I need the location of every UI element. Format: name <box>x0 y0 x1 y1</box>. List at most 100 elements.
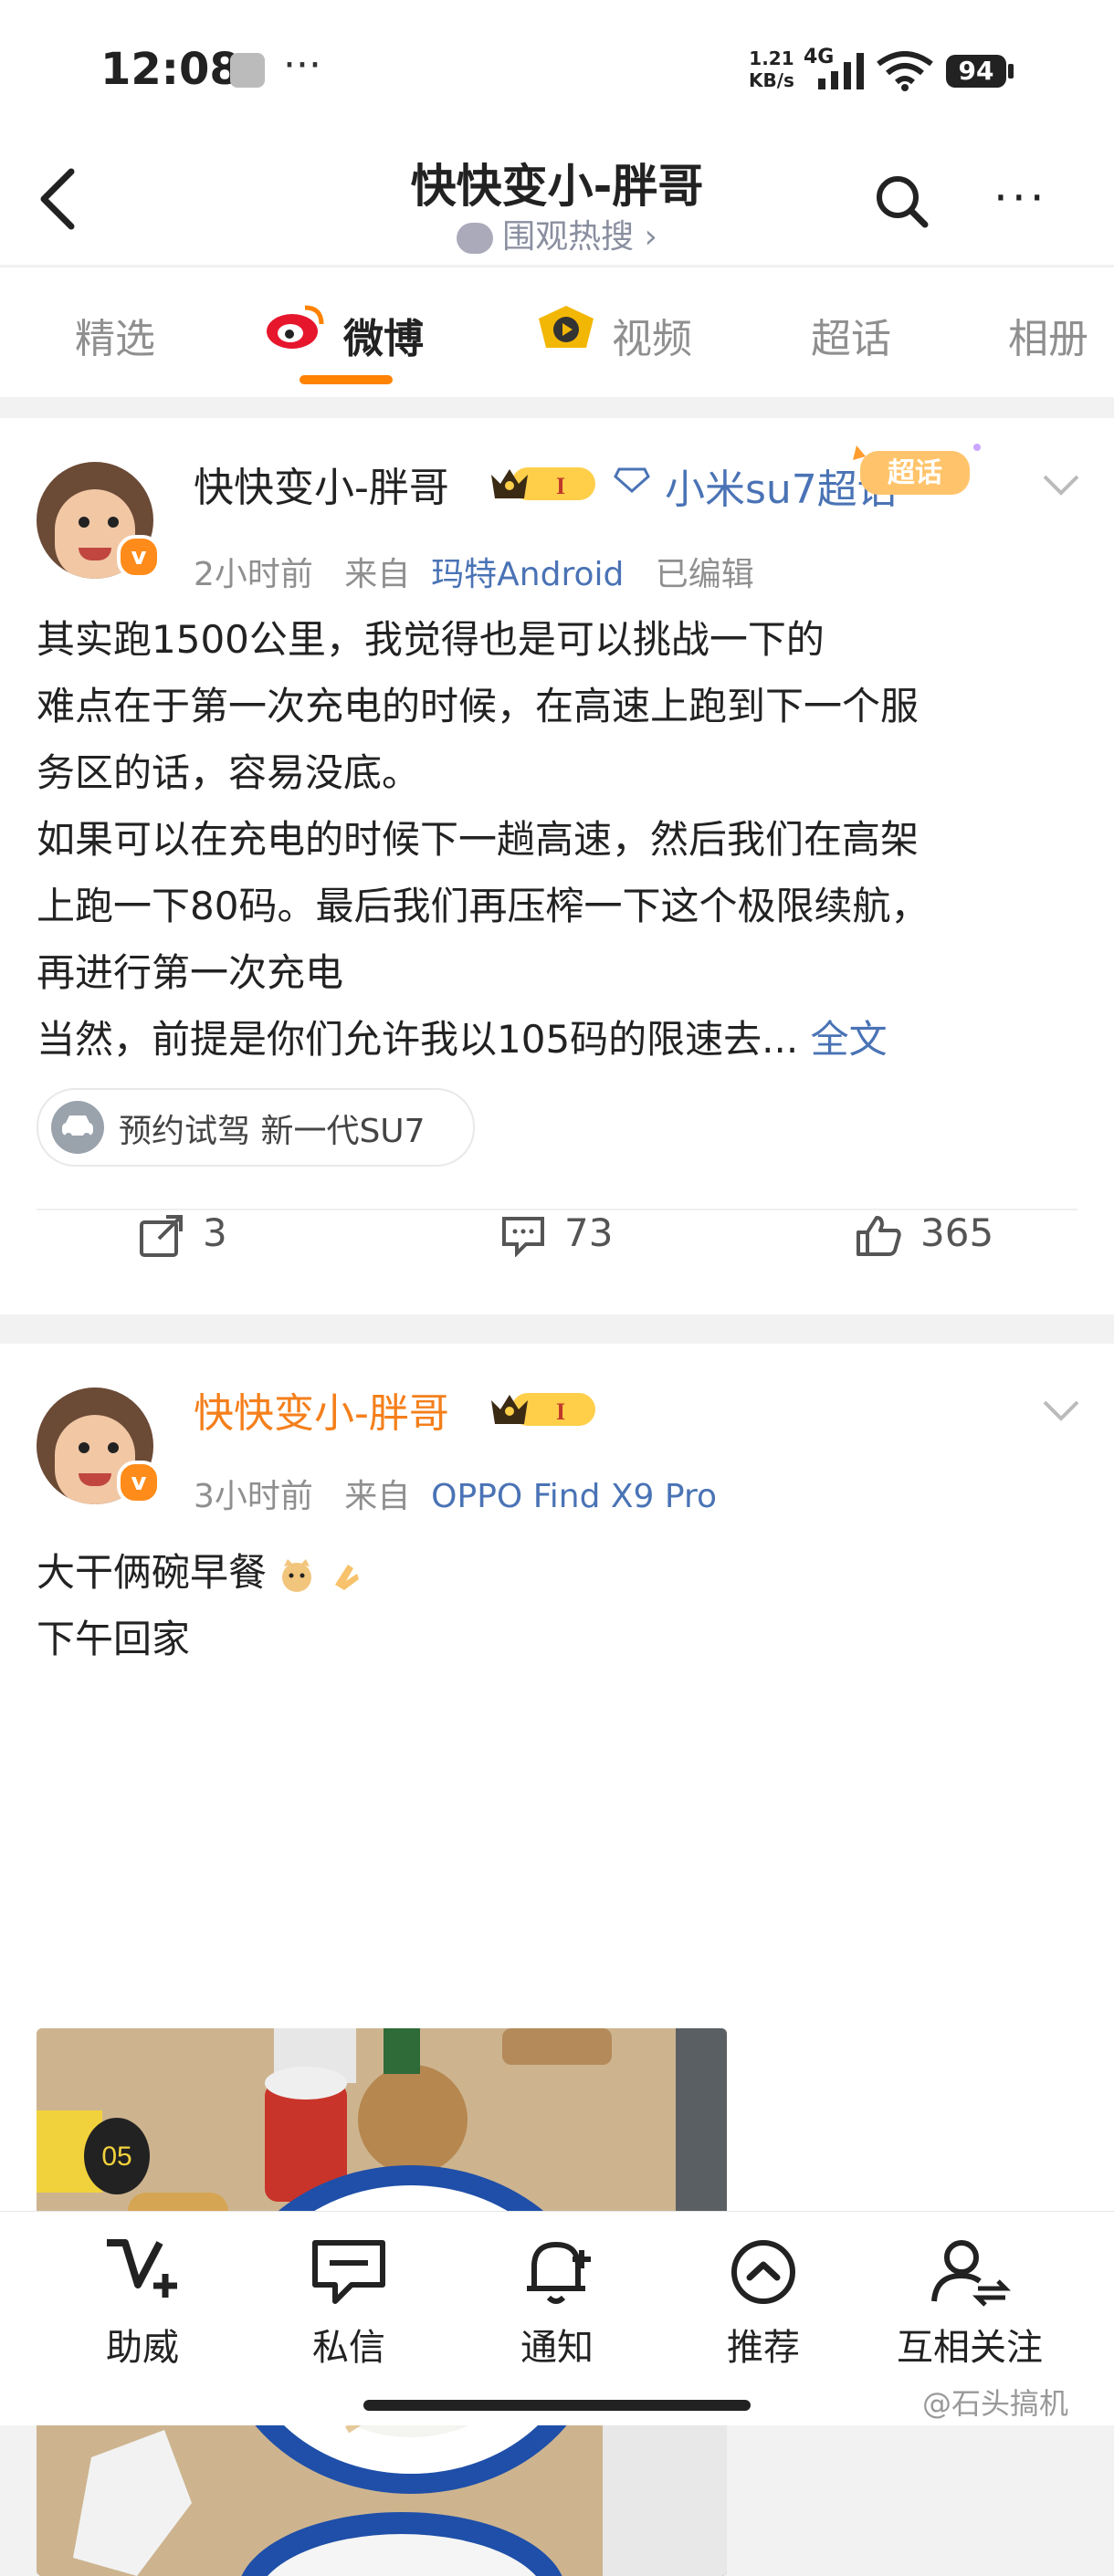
post-line-first: 大干俩碗早餐 <box>37 1539 1087 1606</box>
doge-emoji-icon <box>282 1558 312 1592</box>
nav-recommend-label: 推荐 <box>727 2327 800 2369</box>
tab-weibo[interactable]: 微博 <box>343 306 424 364</box>
wifi-icon <box>877 51 933 91</box>
signal-icon <box>818 53 864 89</box>
nav-cheer[interactable]: 助威 <box>60 2237 225 2371</box>
repost-button[interactable]: 3 <box>139 1210 227 1257</box>
post-source-prefix: 来自 <box>344 556 411 593</box>
recommend-icon <box>731 2240 795 2304</box>
post-text: 大干俩碗早餐 下午回家 <box>37 1539 1087 1672</box>
avatar-eye <box>79 517 89 528</box>
nav-messages-label: 私信 <box>312 2327 385 2369</box>
app-notification-icon <box>230 53 265 88</box>
edited-label: 已编辑 <box>655 556 754 593</box>
test-drive-label: 预约试驾 新一代SU7 <box>119 1113 426 1150</box>
tab-featured[interactable]: 精选 <box>75 306 155 364</box>
mutual-follow-icon <box>931 2240 1011 2307</box>
more-options-button[interactable]: ··· <box>993 172 1048 225</box>
post-source-prefix: 来自 <box>344 1478 411 1515</box>
vip-member-badge-icon[interactable]: I <box>488 1389 599 1429</box>
video-logo-icon <box>539 306 594 348</box>
post-line: 再进行第一次充电 <box>37 950 344 995</box>
chevron-down-icon[interactable] <box>1041 473 1081 497</box>
like-button[interactable]: 365 <box>855 1210 993 1258</box>
post-time: 3小时前 <box>194 1478 313 1515</box>
comment-button[interactable]: 73 <box>500 1210 614 1258</box>
status-bar: 12:08 ··· 1.21 KB/s 4G 94 <box>0 0 1114 137</box>
thumbs-up-icon <box>857 1215 901 1256</box>
super-tag-text: 超话 <box>888 457 942 489</box>
member-level-text: I <box>556 1398 565 1425</box>
post-meta: 2小时前 来自 玛特Android 已编辑 <box>194 548 754 595</box>
net-speed: 1.21 KB/s <box>749 47 794 91</box>
avatar-eye <box>79 1442 89 1453</box>
verified-badge-icon: v <box>117 535 161 579</box>
clap-emoji-icon <box>334 1564 359 1590</box>
hot-search-link[interactable]: 围观热搜 › <box>0 210 1114 257</box>
test-drive-pill[interactable]: 预约试驾 新一代SU7 <box>37 1088 475 1167</box>
comment-count: 73 <box>564 1210 614 1255</box>
post-time: 2小时前 <box>194 556 313 593</box>
post-meta: 3小时前 来自 OPPO Find X9 Pro <box>194 1470 717 1517</box>
home-indicator[interactable] <box>363 2400 751 2411</box>
tab-video[interactable]: 视频 <box>612 306 692 364</box>
bell-icon <box>527 2242 591 2304</box>
cheer-icon <box>107 2239 177 2298</box>
avatar-eye <box>108 1442 119 1453</box>
battery-tip <box>1008 64 1014 79</box>
status-more-dots: ··· <box>283 42 321 89</box>
profile-tabs: 精选 微博 视频 超话 相册 <box>0 267 1114 397</box>
post-line: 如果可以在充电的时候下一趟高速，然后我们在高架 <box>37 817 920 862</box>
comment-icon <box>502 1216 544 1258</box>
nav-notifications[interactable]: 通知 <box>475 2237 639 2371</box>
watermark: @石头搞机 <box>922 2386 1069 2421</box>
post-line: 务区的话，容易没底。 <box>37 750 421 795</box>
status-time: 12:08 <box>100 44 240 95</box>
post-line: 下午回家 <box>37 1617 191 1661</box>
post-card: v 快快变小-胖哥 I 小米su7超话 超话 2小时前 来自 玛特Android… <box>0 418 1114 1314</box>
page-title: 快快变小-胖哥 <box>410 160 704 213</box>
full-text-link[interactable]: 全文 <box>811 1017 888 1062</box>
super-topic-tag-icon: 超话 <box>853 444 981 495</box>
repost-count: 3 <box>203 1210 227 1255</box>
net-speed-value: 1.21 <box>749 47 794 69</box>
post-line: 当然，前提是你们允许我以105码的限速去... <box>37 1017 799 1062</box>
tab-album[interactable]: 相册 <box>1008 306 1088 364</box>
chevron-down-icon[interactable] <box>1041 1398 1081 1422</box>
nav-cheer-label: 助威 <box>106 2327 179 2369</box>
battery-indicator: 94 <box>946 55 1006 88</box>
like-count: 365 <box>920 1210 994 1255</box>
post-line: 难点在于第一次充电的时候，在高速上跑到下一个服 <box>37 684 920 728</box>
chevron-right-icon: › <box>644 218 657 256</box>
hot-search-label: 围观热搜 <box>502 218 635 256</box>
nav-mutual-follow-label: 互相关注 <box>897 2327 1043 2369</box>
nav-recommend[interactable]: 推荐 <box>681 2237 846 2371</box>
author-name[interactable]: 快快变小-胖哥 <box>194 455 449 513</box>
author-name[interactable]: 快快变小-胖哥 <box>194 1380 449 1439</box>
vip-member-badge-icon[interactable]: I <box>488 464 599 504</box>
nav-messages[interactable]: 私信 <box>267 2237 431 2371</box>
message-icon <box>312 2240 385 2304</box>
post-line: 大干俩碗早餐 <box>37 1550 268 1595</box>
post-text: 其实跑1500公里，我觉得也是可以挑战一下的 难点在于第一次充电的时候，在高速上… <box>37 606 1087 1073</box>
repost-icon <box>140 1214 183 1257</box>
nav-notifications-label: 通知 <box>520 2327 594 2369</box>
weibo-logo-icon <box>267 305 324 349</box>
post-device[interactable]: OPPO Find X9 Pro <box>431 1478 717 1515</box>
post-card: v 快快变小-胖哥 I 3小时前 来自 OPPO Find X9 Pro 大干俩… <box>0 1344 1114 2576</box>
active-tab-indicator <box>300 375 393 384</box>
post-line-last: 当然，前提是你们允许我以105码的限速去... 全文 <box>37 1006 1087 1073</box>
watching-emoji-icon <box>457 223 494 254</box>
super-topic-diamond-icon <box>614 467 650 493</box>
post-device[interactable]: 玛特Android <box>431 556 624 593</box>
search-icon[interactable] <box>872 172 930 230</box>
net-speed-unit: KB/s <box>749 69 794 91</box>
car-icon <box>51 1101 104 1154</box>
post-line: 其实跑1500公里，我觉得也是可以挑战一下的 <box>37 617 825 662</box>
tab-super-topic[interactable]: 超话 <box>811 306 891 364</box>
verified-badge-icon: v <box>117 1461 161 1504</box>
avatar-eye <box>108 517 119 528</box>
nav-mutual-follow[interactable]: 互相关注 <box>888 2237 1052 2371</box>
profile-header: 快快变小-胖哥 围观热搜 › ··· <box>0 137 1114 265</box>
member-level-text: I <box>556 473 565 499</box>
